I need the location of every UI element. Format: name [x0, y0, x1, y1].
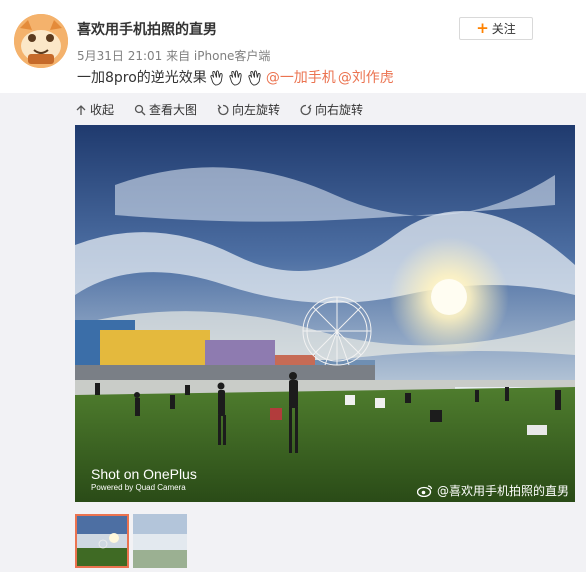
rotate-left-button[interactable]: 向左旋转 — [217, 101, 280, 118]
rotate-left-icon — [217, 104, 229, 115]
mention-oneplus[interactable]: @一加手机 — [266, 67, 336, 87]
view-large-button[interactable]: 查看大图 — [134, 101, 197, 118]
post-text: 一加8pro的逆光效果 @一加手机 @刘作虎 — [77, 67, 394, 87]
arrow-up-icon — [76, 104, 86, 115]
watermark-text: @喜欢用手机拍照的直男 — [436, 484, 569, 498]
shot-on-label: Shot on OnePlus — [91, 466, 197, 482]
clap-icon — [210, 69, 223, 86]
clap-icon — [248, 69, 261, 86]
main-photo[interactable]: Shot on OnePlus Powered by Quad Camera @… — [75, 125, 575, 502]
photo-scene — [75, 125, 575, 502]
view-large-label: 查看大图 — [149, 103, 198, 117]
thumbnail-1[interactable] — [75, 514, 129, 568]
post-meta: 5月31日 21:01 来自 iPhone客户端 — [77, 49, 271, 63]
mention-liuzuohu[interactable]: @刘作虎 — [338, 67, 394, 87]
thumbnail-2[interactable] — [133, 514, 187, 568]
magnifier-icon — [134, 104, 146, 115]
rotate-right-button[interactable]: 向右旋转 — [300, 101, 363, 118]
weibo-post: 喜欢用手机拍照的直男 5月31日 21:01 来自 iPhone客户端 + 关注… — [0, 0, 586, 572]
weibo-watermark: @喜欢用手机拍照的直男 — [416, 482, 569, 499]
clap-icon — [229, 69, 242, 86]
rotate-right-icon — [300, 104, 312, 115]
collapse-button[interactable]: 收起 — [75, 101, 114, 118]
plus-icon: + — [476, 19, 489, 37]
post-text-prefix: 一加8pro的逆光效果 — [77, 70, 207, 86]
author-name[interactable]: 喜欢用手机拍照的直男 — [77, 19, 217, 39]
follow-button[interactable]: + 关注 — [459, 17, 533, 40]
rotate-left-label: 向左旋转 — [232, 103, 281, 117]
media-toolbar: 收起 查看大图 向左旋转 向右旋转 — [75, 101, 363, 118]
collapse-label: 收起 — [90, 103, 115, 117]
follow-label: 关注 — [491, 22, 516, 36]
author-avatar[interactable] — [14, 14, 68, 68]
weibo-logo-icon — [416, 485, 433, 497]
ferris-wheel — [302, 296, 372, 366]
rotate-right-label: 向右旋转 — [315, 103, 364, 117]
powered-by-label: Powered by Quad Camera — [91, 483, 186, 492]
